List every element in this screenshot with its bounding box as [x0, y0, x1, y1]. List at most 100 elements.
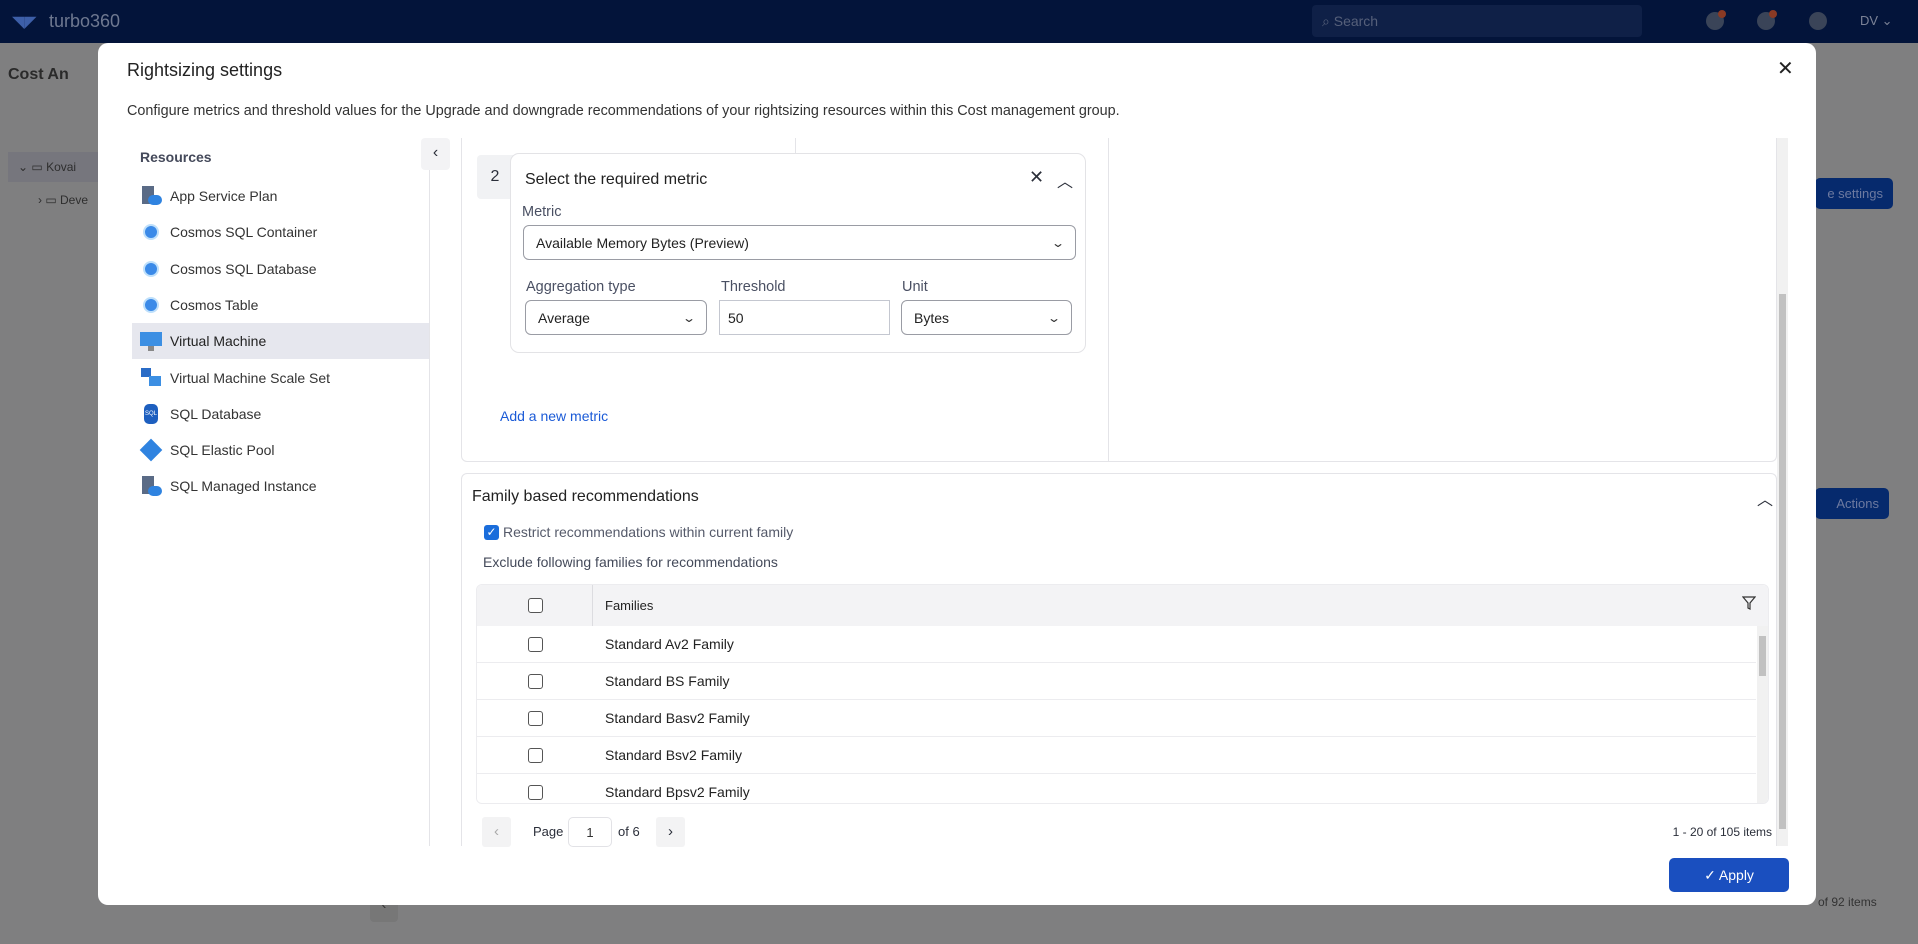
restrict-family-checkbox[interactable]: ✓ Restrict recommendations within curren…	[484, 524, 793, 540]
cosmos-db-icon	[140, 221, 162, 243]
row-checkbox[interactable]	[528, 785, 543, 800]
sidebar-item-cosmos-sql-container[interactable]: Cosmos SQL Container	[132, 214, 429, 250]
dialog-title: Rightsizing settings	[127, 60, 283, 80]
logo-icon: ◥◤	[12, 14, 37, 31]
sidebar-item-label: SQL Elastic Pool	[170, 442, 275, 459]
sql-elastic-pool-icon	[139, 438, 163, 462]
restrict-label: Restrict recommendations within current …	[503, 524, 794, 540]
metric-card-title: Select the required metric	[525, 171, 708, 188]
metric-label: Metric	[522, 204, 562, 220]
sidebar-item-label: Cosmos Table	[170, 296, 259, 313]
apply-button[interactable]: ✓ Apply	[1669, 858, 1789, 892]
table-row: Standard Bsv2 Family	[477, 737, 1756, 774]
family-name: Standard BS Family	[605, 673, 730, 689]
sql-database-icon: SQL	[140, 403, 162, 425]
families-column-header: Families	[605, 598, 654, 613]
chevron-up-icon[interactable]: ︿	[1757, 486, 1773, 510]
gear-icon[interactable]	[1809, 12, 1827, 30]
user-avatar[interactable]: DV ⌄	[1860, 13, 1893, 29]
sidebar-item-cosmos-sql-database[interactable]: Cosmos SQL Database	[132, 251, 429, 287]
chevron-up-icon[interactable]: ︿	[1057, 168, 1073, 192]
chevron-down-icon: ⌄	[681, 310, 697, 325]
next-page-button[interactable]: ›	[656, 817, 685, 847]
sidebar-item-sql-database[interactable]: SQL SQL Database	[132, 396, 429, 432]
sidebar-item-virtual-machine[interactable]: Virtual Machine	[132, 323, 429, 360]
threshold-label: Threshold	[721, 279, 786, 295]
notification-badge	[1718, 10, 1726, 18]
divider	[1108, 138, 1109, 461]
table-row: Standard Av2 Family	[477, 626, 1756, 663]
sidebar-item-app-service-plan[interactable]: App Service Plan	[132, 178, 429, 214]
unit-label: Unit	[902, 279, 928, 295]
unit-select[interactable]: Bytes ⌄	[901, 300, 1072, 335]
cosmos-db-icon	[140, 294, 162, 316]
top-navbar: ◥◤ turbo360 ⌕ Search DV ⌄	[0, 0, 1918, 43]
dialog-description: Configure metrics and threshold values f…	[127, 103, 1120, 119]
row-checkbox[interactable]	[528, 748, 543, 763]
step-number: 2	[477, 155, 513, 199]
tree-item[interactable]: ⌄ ▭ Kovai	[18, 160, 76, 174]
checkbox-checked-icon[interactable]: ✓	[484, 524, 499, 540]
row-checkbox[interactable]	[528, 637, 543, 652]
table-scrollbar[interactable]	[1757, 626, 1768, 803]
family-name: Standard Basv2 Family	[605, 710, 750, 726]
close-icon[interactable]: ✕	[1777, 56, 1794, 81]
sql-managed-instance-icon	[140, 475, 162, 497]
sidebar-item-virtual-machine-scale-set[interactable]: Virtual Machine Scale Set	[132, 360, 429, 396]
table-header: Families	[477, 585, 1768, 626]
table-row: Standard Bpsv2 Family	[477, 774, 1756, 803]
select-all-checkbox[interactable]	[528, 598, 543, 613]
chevron-down-icon: ⌄	[1046, 310, 1062, 325]
row-checkbox[interactable]	[528, 711, 543, 726]
items-count: of 92 items	[1818, 895, 1877, 909]
filter-icon[interactable]	[1742, 596, 1756, 610]
aggregation-value: Average	[538, 309, 590, 326]
sidebar-item-sql-elastic-pool[interactable]: SQL Elastic Pool	[132, 432, 429, 468]
sidebar-item-label: App Service Plan	[170, 188, 278, 204]
tree-item[interactable]: › ▭ Deve	[38, 193, 88, 207]
scrollbar-thumb[interactable]	[1759, 636, 1766, 676]
actions-button[interactable]: Actions	[1815, 488, 1889, 519]
chevron-down-icon: ⌄	[1050, 235, 1066, 250]
sidebar-item-label: SQL Database	[170, 405, 262, 422]
family-name: Standard Bsv2 Family	[605, 747, 742, 763]
metric-value: Available Memory Bytes (Preview)	[536, 234, 749, 251]
page-total: of 6	[618, 824, 640, 839]
settings-button[interactable]: e settings	[1815, 178, 1893, 209]
resources-sidebar: Resources App Service Plan Cosmos SQL Con…	[132, 138, 430, 846]
divider	[592, 585, 593, 626]
page-number-input[interactable]	[568, 817, 612, 847]
cosmos-db-icon	[140, 258, 162, 280]
rightsizing-settings-dialog: Rightsizing settings ✕ Configure metrics…	[98, 43, 1816, 905]
collapse-sidebar-button[interactable]: ‹	[421, 138, 450, 170]
row-checkbox[interactable]	[528, 674, 543, 689]
metric-card: Select the required metric ✕ ︿ Metric Av…	[510, 153, 1086, 353]
remove-metric-icon[interactable]: ✕	[1029, 167, 1044, 188]
sidebar-item-label: SQL Managed Instance	[170, 478, 317, 495]
family-recommendations-panel: Family based recommendations ︿ ✓ Restric…	[461, 473, 1777, 847]
sidebar-item-label: Cosmos SQL Database	[170, 260, 317, 277]
search-placeholder: Search	[1333, 13, 1379, 29]
vm-scale-set-icon	[140, 367, 162, 389]
page-title: Cost An	[8, 66, 69, 83]
sidebar-item-cosmos-table[interactable]: Cosmos Table	[132, 287, 429, 323]
page-label: Page	[533, 824, 564, 839]
table-row: Standard Basv2 Family	[477, 700, 1756, 737]
prev-page-button[interactable]: ‹	[482, 817, 511, 847]
app-service-plan-icon	[140, 185, 162, 207]
pagination: ‹ Page of 6 › 1 - 20 of 105 items	[482, 817, 1772, 847]
scrollbar-thumb[interactable]	[1779, 294, 1786, 829]
content-scrollbar[interactable]	[1777, 138, 1788, 846]
sidebar-item-sql-managed-instance[interactable]: SQL Managed Instance	[132, 468, 429, 504]
sidebar-item-label: Virtual Machine	[170, 333, 267, 350]
search-input[interactable]: ⌕ Search	[1312, 5, 1642, 37]
threshold-input[interactable]	[719, 300, 890, 335]
aggregation-label: Aggregation type	[526, 279, 636, 295]
family-name: Standard Av2 Family	[605, 636, 734, 652]
tree-label: Kovai	[46, 160, 77, 174]
virtual-machine-icon	[140, 330, 162, 352]
add-new-metric-link[interactable]: Add a new metric	[500, 408, 608, 424]
aggregation-select[interactable]: Average ⌄	[525, 300, 707, 335]
metric-select[interactable]: Available Memory Bytes (Preview) ⌄	[523, 225, 1076, 260]
metrics-panel: 2 Select the required metric ✕ ︿ Metric …	[461, 138, 1777, 462]
